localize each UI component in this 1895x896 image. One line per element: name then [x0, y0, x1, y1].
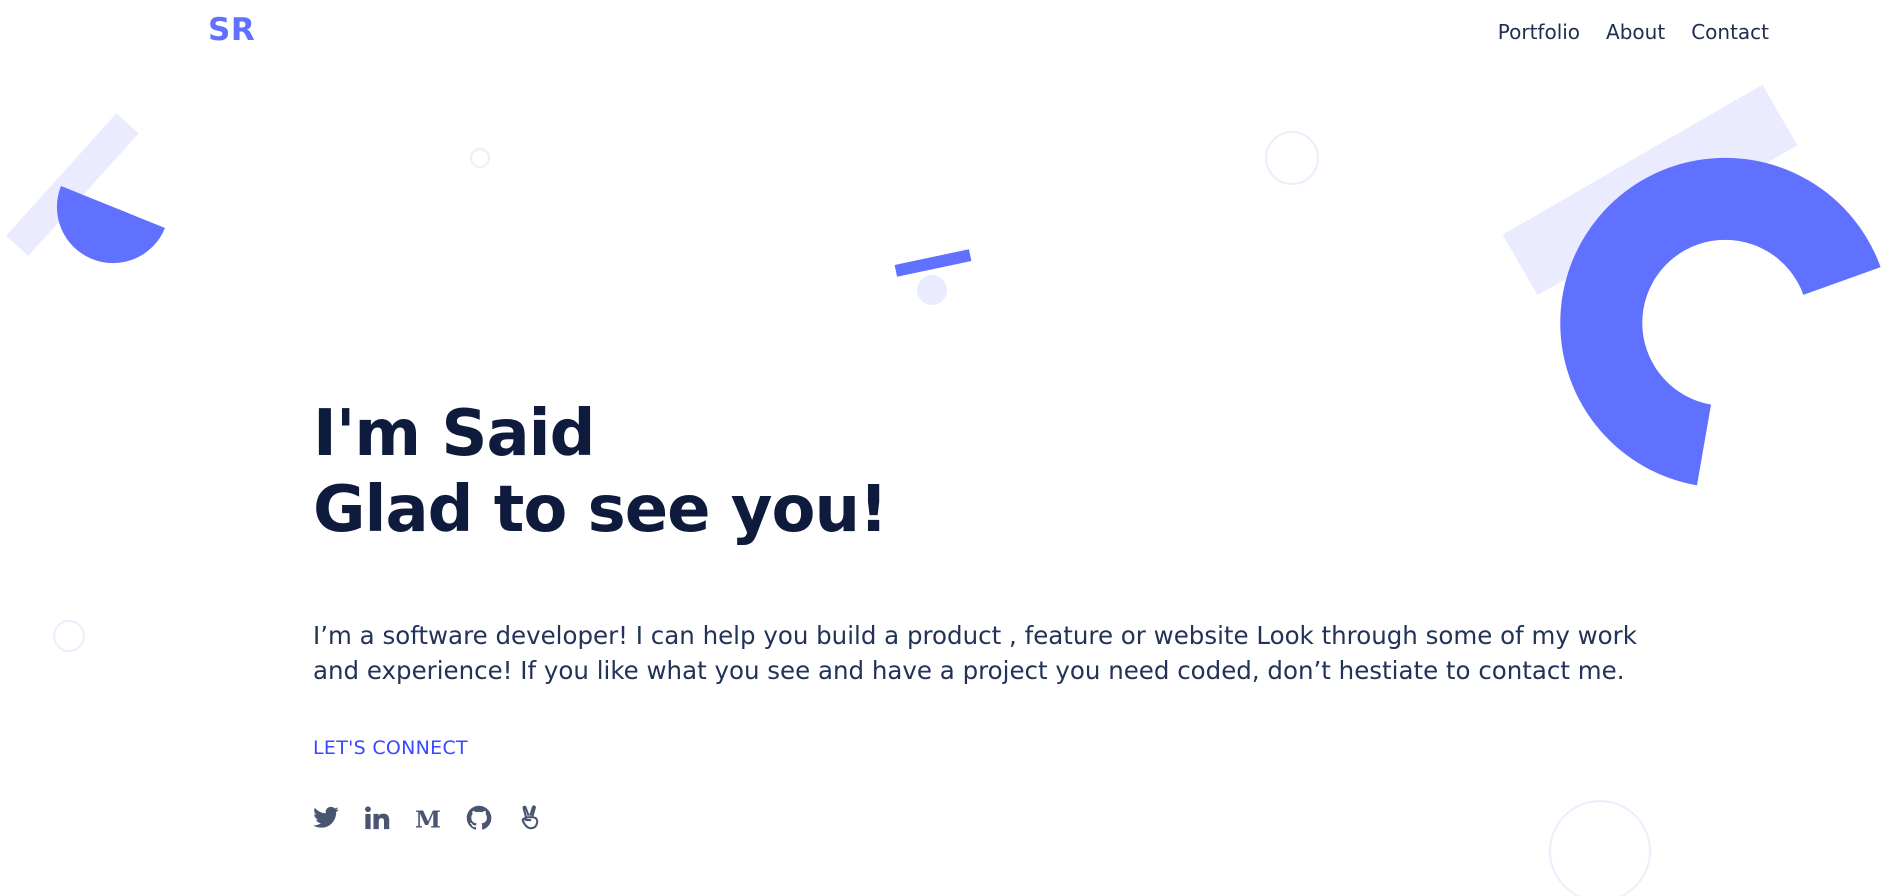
medium-icon: M [415, 805, 441, 833]
nav-link-portfolio[interactable]: Portfolio [1498, 20, 1580, 44]
linkedin-link[interactable] [363, 803, 391, 833]
angellist-icon [521, 805, 539, 830]
deco-ring-center [1265, 131, 1319, 185]
nav-link-about[interactable]: About [1606, 20, 1665, 44]
deco-bar-top-left [5, 113, 139, 256]
nav-link-contact[interactable]: Contact [1691, 20, 1769, 44]
deco-bar-center [894, 249, 972, 277]
deco-ring-left [53, 620, 85, 652]
background-decoration [5, 84, 1881, 896]
lets-connect-link[interactable]: LET'S CONNECT [313, 737, 468, 759]
medium-link[interactable]: M [414, 803, 442, 833]
hero-title-line-1: I'm Said [313, 397, 595, 471]
social-links: M [312, 803, 544, 833]
deco-ring-bottom-right [1549, 800, 1651, 896]
deco-arc-right [1560, 157, 1881, 486]
main-nav: Portfolio About Contact [1498, 20, 1769, 44]
site-logo[interactable]: SR [208, 12, 255, 48]
intro-paragraph: I’m a software developer! I can help you… [313, 621, 1637, 685]
svg-text:M: M [415, 805, 441, 833]
deco-dot-center [917, 275, 947, 305]
landing-page: SR Portfolio About Contact I'm Said Glad… [0, 0, 1895, 896]
deco-ring-small [470, 148, 490, 168]
twitter-link[interactable] [312, 803, 340, 833]
github-icon [466, 805, 492, 830]
github-link[interactable] [465, 803, 493, 833]
angellist-link[interactable] [516, 803, 544, 833]
deco-bar-top-right [1502, 84, 1798, 296]
twitter-icon [313, 806, 339, 828]
hero-title-line-2: Glad to see you! [313, 473, 888, 547]
linkedin-icon [365, 806, 390, 830]
deco-half-circle-left [56, 186, 165, 264]
hero-title: I'm Said Glad to see you! [313, 396, 888, 548]
